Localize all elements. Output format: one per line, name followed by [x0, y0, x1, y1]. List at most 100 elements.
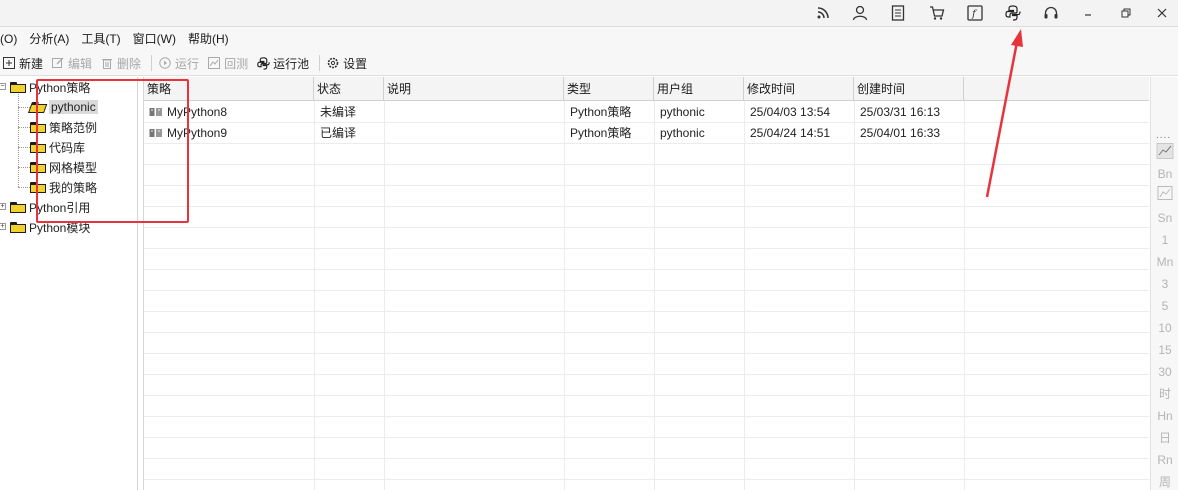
tree-guide — [18, 167, 30, 168]
empty-row — [144, 438, 1149, 459]
empty-row — [144, 186, 1149, 207]
rss-icon[interactable] — [812, 3, 834, 23]
menu-item-tools[interactable]: 工具(T) — [75, 28, 126, 50]
strategy-table: 策略 状态 说明 类型 用户组 修改时间 创建时间 MyPython8 未编译 … — [143, 77, 1149, 490]
new-button[interactable]: 新建 — [0, 52, 49, 74]
period-button[interactable]: 30 — [1151, 365, 1178, 379]
empty-row — [144, 144, 1149, 165]
settings-button[interactable]: 设置 — [324, 52, 373, 74]
run-label: 运行 — [175, 56, 200, 71]
tree-guide — [18, 147, 30, 148]
description-cell — [384, 123, 390, 144]
period-sidebar: .... Bn Sn 1 Mn 3 5 10 15 30 时 Hn 日 Rn 周 — [1150, 77, 1178, 490]
folder-icon — [10, 81, 26, 93]
trash-icon — [100, 56, 114, 70]
column-header-status[interactable]: 状态 — [314, 77, 384, 101]
empty-row — [144, 333, 1149, 354]
table-row[interactable]: MyPython9 已编译 Python策略 pythonic 25/04/24… — [144, 123, 1149, 144]
python-icon[interactable] — [1002, 3, 1024, 23]
run-pool-button[interactable]: 运行池 — [254, 52, 315, 74]
backtest-button[interactable]: 回测 — [205, 52, 254, 74]
settings-label: 设置 — [343, 56, 368, 71]
period-button[interactable]: 日 — [1151, 431, 1178, 445]
description-cell — [384, 102, 390, 123]
expand-icon[interactable]: + — [0, 223, 6, 230]
modified-time-cell: 25/04/24 14:51 — [750, 126, 831, 140]
formula-icon[interactable]: f — [964, 3, 986, 23]
gear-icon — [326, 56, 340, 70]
menu-item-window[interactable]: 窗口(W) — [127, 28, 182, 50]
plus-box-icon — [2, 56, 16, 70]
empty-row — [144, 228, 1149, 249]
tree-guide — [18, 187, 30, 188]
user-group-cell: pythonic — [660, 105, 705, 119]
cart-icon[interactable] — [926, 3, 948, 23]
period-button[interactable]: Bn — [1151, 167, 1178, 181]
user-icon[interactable] — [849, 3, 871, 23]
empty-row — [144, 417, 1149, 438]
delete-label: 删除 — [117, 56, 142, 71]
highlight-box — [36, 79, 189, 223]
empty-row — [144, 207, 1149, 228]
empty-row — [144, 270, 1149, 291]
tree-guide — [18, 127, 30, 128]
restore-icon[interactable] — [1115, 3, 1137, 23]
period-button[interactable]: 10 — [1151, 321, 1178, 335]
period-button[interactable]: 15 — [1151, 343, 1178, 357]
menu-item-help[interactable]: 帮助(H) — [182, 28, 235, 50]
empty-row — [144, 396, 1149, 417]
period-button[interactable]: 周 — [1151, 475, 1178, 489]
svg-text:f: f — [971, 9, 978, 20]
column-header-modified-time[interactable]: 修改时间 — [744, 77, 854, 101]
menu-item-analysis[interactable]: 分析(A) — [23, 28, 75, 50]
python-icon — [256, 56, 270, 70]
menu-item-options[interactable]: (O) — [0, 28, 23, 50]
created-time-cell: 25/04/01 16:33 — [860, 126, 941, 140]
empty-row — [144, 291, 1149, 312]
line-chart-icon[interactable] — [1151, 143, 1178, 161]
user-group-cell: pythonic — [660, 126, 705, 140]
period-button[interactable]: 5 — [1151, 299, 1178, 313]
close-icon[interactable] — [1151, 3, 1173, 23]
folder-icon — [10, 221, 26, 233]
modified-time-cell: 25/04/03 13:54 — [750, 105, 831, 119]
document-icon[interactable] — [887, 3, 909, 23]
empty-row — [144, 312, 1149, 333]
column-header-type[interactable]: 类型 — [564, 77, 654, 101]
period-button[interactable]: 3 — [1151, 277, 1178, 291]
expand-icon[interactable]: + — [0, 203, 6, 210]
created-time-cell: 25/03/31 16:13 — [860, 105, 941, 119]
title-bar: f — [0, 0, 1178, 27]
period-button[interactable]: 1 — [1151, 233, 1178, 247]
period-button[interactable]: Sn — [1151, 211, 1178, 225]
chart-icon[interactable] — [1151, 186, 1178, 202]
empty-row — [144, 165, 1149, 186]
period-button[interactable]: Mn — [1151, 255, 1178, 269]
edit-button[interactable]: 编辑 — [49, 52, 98, 74]
pencil-icon — [51, 56, 65, 70]
toolbar-divider — [319, 55, 321, 71]
column-header-user-group[interactable]: 用户组 — [654, 77, 744, 101]
column-header-created-time[interactable]: 创建时间 — [854, 77, 964, 101]
period-button[interactable]: Hn — [1151, 409, 1178, 423]
column-header-description[interactable]: 说明 — [384, 77, 564, 101]
backtest-label: 回测 — [224, 56, 249, 71]
period-button[interactable]: Rn — [1151, 453, 1178, 467]
type-cell: Python策略 — [570, 126, 632, 140]
table-header: 策略 状态 说明 类型 用户组 修改时间 创建时间 — [144, 77, 1149, 101]
table-row[interactable]: MyPython8 未编译 Python策略 pythonic 25/04/03… — [144, 102, 1149, 123]
headset-icon[interactable] — [1040, 3, 1062, 23]
run-button[interactable]: 运行 — [156, 52, 205, 74]
run-pool-label: 运行池 — [273, 56, 310, 71]
status-cell: 已编译 — [320, 126, 357, 140]
collapse-icon[interactable]: − — [0, 83, 6, 90]
menu-bar: (O) 分析(A) 工具(T) 窗口(W) 帮助(H) — [0, 27, 1178, 51]
tree-guide — [18, 107, 30, 108]
delete-button[interactable]: 删除 — [98, 52, 147, 74]
status-cell: 未编译 — [320, 105, 357, 119]
more-dots-icon[interactable]: .... — [1156, 130, 1171, 141]
new-label: 新建 — [19, 56, 44, 71]
empty-row — [144, 354, 1149, 375]
minimize-icon[interactable] — [1077, 3, 1099, 23]
period-button[interactable]: 时 — [1151, 387, 1178, 401]
